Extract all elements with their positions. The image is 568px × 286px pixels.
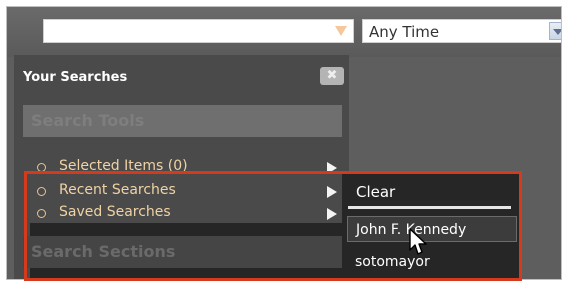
triangle-right-icon[interactable] — [327, 186, 337, 198]
search-toolbar: Any Time — [7, 7, 561, 57]
search-tools-header: Search Tools — [23, 105, 342, 137]
triangle-right-icon[interactable] — [327, 208, 337, 220]
bullet-icon — [37, 187, 46, 196]
menu-item-recent-searches[interactable]: Recent Searches — [37, 182, 337, 202]
bullet-icon — [37, 209, 46, 218]
menu-item-label: Saved Searches — [59, 204, 171, 220]
menu-item-saved-searches[interactable]: Saved Searches — [37, 204, 337, 224]
hand-pointer-icon — [409, 228, 427, 255]
search-input[interactable] — [43, 19, 354, 43]
chevron-down-icon[interactable] — [549, 22, 561, 40]
time-range-select[interactable]: Any Time — [362, 19, 561, 43]
close-icon[interactable]: ✖ — [320, 67, 344, 85]
dropdown-triangle-icon[interactable] — [335, 26, 347, 36]
panel-title: Your Searches — [23, 70, 128, 85]
time-range-value: Any Time — [369, 23, 440, 41]
menu-item-label: Recent Searches — [59, 182, 176, 198]
